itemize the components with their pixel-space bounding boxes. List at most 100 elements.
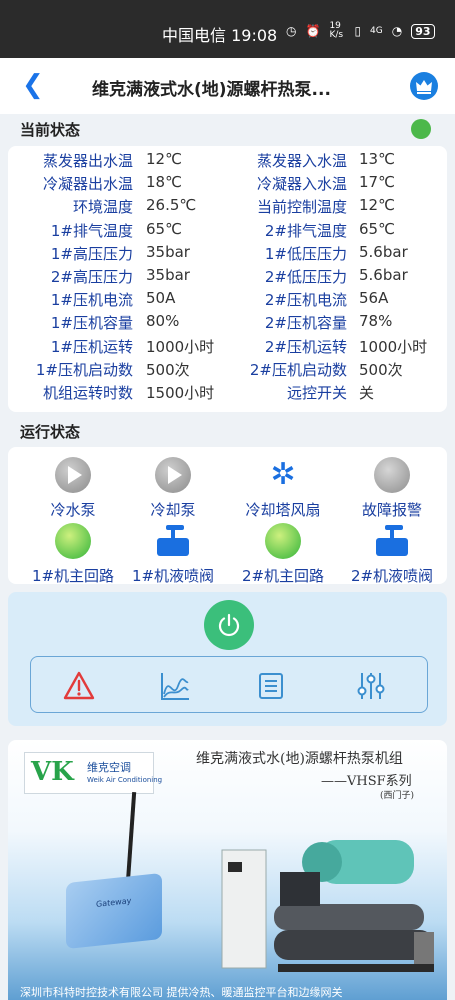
app-header: ❮ 维克满液式水(地)源螺杆热泵...: [0, 58, 455, 114]
status-key: 蒸发器出水温: [42, 152, 133, 170]
banner-subtitle2: (西门子): [380, 791, 415, 801]
status-value: 26.5℃: [146, 196, 197, 215]
tool-bar: [30, 656, 428, 713]
op-label: 冷却塔风扇: [245, 501, 321, 519]
status-row: 环境温度 26.5℃ 当前控制温度 12℃: [8, 196, 447, 219]
logo-cn: 维克空调: [87, 761, 131, 774]
pump-off-icon: [55, 457, 91, 493]
status-key: 1#压机运转: [50, 337, 133, 356]
status-key: 2#高压压力: [50, 268, 133, 286]
status-value: 35bar: [146, 266, 190, 284]
status-row: 蒸发器出水温 12℃ 蒸发器入水温 13℃: [8, 150, 447, 173]
network-type: 4G: [370, 26, 383, 36]
status-key: 2#压机电流: [264, 291, 347, 310]
op-label: 冷水泵: [50, 501, 96, 519]
alarm-clock-icon: ⏰: [305, 24, 321, 38]
back-icon[interactable]: ❮: [22, 72, 44, 98]
status-key: 1#压机容量: [50, 314, 133, 333]
net-speed: 19 K/s: [329, 21, 344, 40]
status-value: 1500小时: [146, 384, 215, 402]
status-key: 环境温度: [72, 198, 133, 217]
status-key: 远控开关: [286, 384, 347, 402]
status-row: 机组运转时数 1500小时 远控开关关: [8, 382, 447, 405]
valve-icon: [374, 523, 410, 559]
unit1-liquid-injection-valve: 1#机液喷阀: [118, 523, 228, 586]
circuit-on-icon: [55, 523, 91, 559]
status-value: 18℃: [146, 173, 182, 192]
status-key: 2#压机启动数: [249, 360, 347, 379]
status-value: 78%: [359, 312, 393, 331]
alarm-off-icon: [374, 457, 410, 493]
wifi-icon: ◔: [391, 24, 403, 38]
status-key: 2#压机运转: [264, 337, 347, 356]
status-row: 冷凝器出水温 18℃ 冷凝器入水温 17℃: [8, 173, 447, 196]
status-row: 1#压机启动数 500次 2#压机启动数 500次: [8, 359, 447, 382]
status-value: 56A: [359, 289, 389, 308]
status-value: 17℃: [359, 173, 395, 192]
page-title: 维克满液式水(地)源螺杆热泵...: [92, 80, 331, 100]
carrier-time: 中国电信 19:08: [162, 26, 278, 45]
fault-alarm: 故障报警: [337, 457, 447, 520]
status-key: 蒸发器入水温: [256, 152, 347, 170]
list-icon[interactable]: [255, 670, 287, 702]
unit2-liquid-injection-valve: 2#机液喷阀: [337, 523, 447, 586]
cooling-tower-fan: ✲ 冷却塔风扇: [228, 457, 338, 520]
operation-status-label: 运行状态: [20, 423, 81, 441]
status-row: 2#高压压力 35bar 2#低压压力 5.6bar: [8, 266, 447, 289]
pump-off-icon: [155, 457, 191, 493]
logo-mark: VK: [31, 757, 74, 787]
warning-icon[interactable]: [63, 670, 95, 702]
status-value: 65℃: [146, 219, 182, 238]
status-value: 1000小时: [359, 337, 428, 356]
status-value: 12℃: [146, 150, 182, 168]
status-value: 80%: [146, 312, 180, 331]
vibrate-icon: ▯: [354, 24, 362, 38]
product-banner[interactable]: VK 维克空调 Weik Air Conditioning 维克满液式水(地)源…: [8, 740, 447, 1000]
status-key: 1#压机电流: [50, 291, 133, 310]
status-value: 关: [359, 384, 375, 402]
op-label: 冷却泵: [150, 501, 196, 519]
speedometer-icon: ◷: [286, 24, 297, 38]
banner-title: 维克满液式水(地)源螺杆热泵机组: [196, 751, 403, 767]
status-value: 500次: [146, 360, 190, 379]
banner-subtitle: ——VHSF系列: [321, 774, 412, 789]
status-key: 1#压机启动数: [35, 360, 133, 379]
status-key: 1#低压压力: [264, 244, 347, 263]
operation-status-card: 冷水泵 冷却泵 ✲ 冷却塔风扇 故障报警 1#机主回路 1#机液喷阀 2#机主回…: [8, 447, 447, 586]
crown-icon[interactable]: [410, 72, 438, 100]
op-label: 故障报警: [361, 501, 422, 519]
status-value: 5.6bar: [359, 242, 408, 261]
power-button[interactable]: [204, 600, 254, 650]
logo-en: Weik Air Conditioning: [87, 776, 163, 784]
status-key: 冷凝器出水温: [42, 175, 133, 194]
status-row: 1#排气温度 65℃ 2#排气温度 65℃: [8, 220, 447, 243]
unit1-main-circuit: 1#机主回路: [18, 523, 128, 586]
status-key: 冷凝器入水温: [256, 175, 347, 194]
online-status-icon: [411, 119, 431, 139]
banner-footer: 深圳市科特时控技术有限公司 提供冷热、暖通监控平台和边缘网关: [20, 986, 343, 999]
status-value: 50A: [146, 289, 176, 308]
cold-water-pump: 冷水泵: [18, 457, 128, 520]
status-key: 1#高压压力: [50, 244, 133, 263]
status-key: 2#压机容量: [264, 314, 347, 333]
unit2-main-circuit: 2#机主回路: [228, 523, 338, 586]
battery-level: 93: [411, 23, 435, 39]
status-value: 500次: [359, 360, 403, 379]
chart-icon[interactable]: [159, 670, 191, 702]
status-value: 5.6bar: [359, 266, 408, 284]
gateway-device-image: Gateway: [66, 872, 162, 950]
op-label: 1#机液喷阀: [131, 567, 215, 585]
control-panel: [8, 592, 447, 726]
company-logo: VK 维克空调 Weik Air Conditioning: [24, 752, 162, 794]
settings-icon[interactable]: [355, 670, 387, 702]
power-icon: [218, 613, 240, 637]
status-key: 2#排气温度: [264, 221, 347, 240]
op-label: 1#机主回路: [31, 567, 115, 585]
status-icons: ◷ ⏰ 19 K/s ▯ 4G ◔ 93: [286, 22, 435, 40]
status-row: 1#压机容量 80% 2#压机容量 78%: [8, 312, 447, 335]
fan-icon: ✲: [270, 457, 296, 492]
status-value: 12℃: [359, 196, 395, 215]
op-label: 2#机液喷阀: [350, 567, 434, 585]
status-key: 当前控制温度: [256, 198, 347, 217]
status-row: 1#压机运转 1000小时 2#压机运转 1000小时: [8, 336, 447, 359]
